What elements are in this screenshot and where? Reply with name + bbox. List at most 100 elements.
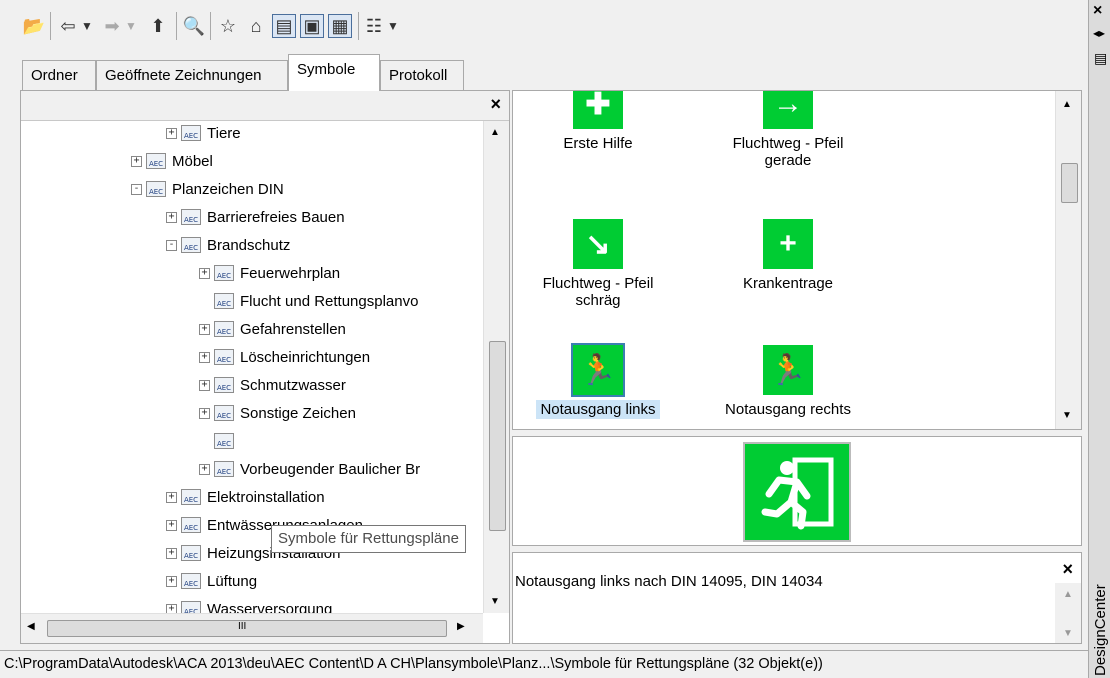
tree-item-label: Tiere: [207, 124, 241, 142]
views-icon[interactable]: ☷: [362, 14, 386, 38]
expand-icon[interactable]: +: [199, 323, 210, 335]
symbol-item-selected[interactable]: 🏃 Notausgang links: [513, 343, 683, 419]
symbol-gallery[interactable]: ✚ Erste Hilfe → Fluchtweg - Pfeil gerade…: [512, 90, 1082, 430]
expand-icon[interactable]: +: [166, 575, 177, 587]
expand-icon[interactable]: +: [199, 379, 210, 391]
collapse-icon[interactable]: -: [131, 183, 142, 195]
tree-item[interactable]: + AEC Sonstige Zeichen: [199, 401, 356, 425]
scroll-up-icon[interactable]: ▲: [1063, 589, 1073, 600]
exit-left-icon: 🏃: [571, 343, 625, 397]
stretcher-icon: +: [763, 219, 813, 269]
tab-symbole[interactable]: Symbole: [288, 54, 380, 91]
scroll-right-icon[interactable]: ▶: [457, 621, 465, 632]
toolbar-separator: [358, 12, 359, 40]
folder-aec-icon: AEC: [181, 573, 201, 589]
load-icon[interactable]: 📂: [22, 14, 46, 38]
up-icon[interactable]: ⬆: [146, 14, 170, 38]
scrollbar-thumb[interactable]: [1061, 163, 1078, 203]
tree-item[interactable]: + AEC Vorbeugender Baulicher Br: [199, 457, 420, 481]
expand-icon[interactable]: +: [166, 491, 177, 503]
folder-aec-icon: AEC: [181, 517, 201, 533]
tab-ordner[interactable]: Ordner: [22, 60, 96, 90]
properties-icon[interactable]: ▤: [1094, 50, 1107, 67]
preview-toggle-icon[interactable]: ▣: [300, 14, 324, 38]
search-icon[interactable]: 🔍: [182, 14, 206, 38]
tree-vertical-scrollbar[interactable]: ▲ ▼: [483, 121, 509, 613]
auto-hide-icon[interactable]: ◂▸: [1093, 26, 1105, 40]
folder-tree-panel: × + AEC Tiere + AEC Möbel - AEC Planzeichen DIN +…: [20, 90, 510, 644]
expand-icon[interactable]: +: [166, 547, 177, 559]
tree-item[interactable]: + AEC Lüftung: [166, 569, 257, 593]
tree-item[interactable]: + AEC Feuerwehrplan: [199, 261, 340, 285]
forward-icon[interactable]: ➡: [100, 14, 124, 38]
folder-aec-icon: AEC: [146, 181, 166, 197]
tab-geoeffnete-zeichnungen[interactable]: Geöffnete Zeichnungen: [96, 60, 288, 90]
tree-item-label: Planzeichen DIN: [172, 180, 284, 198]
symbol-item[interactable]: ↘ Fluchtweg - Pfeil schräg: [513, 219, 683, 309]
scroll-down-icon[interactable]: ▼: [1063, 628, 1073, 639]
tree-item-label: Flucht und Rettungsplanvo: [240, 292, 419, 310]
tree-item[interactable]: - AEC Brandschutz: [166, 233, 290, 257]
description-text: Notausgang links nach DIN 14095, DIN 140…: [515, 573, 823, 590]
expand-icon[interactable]: +: [166, 519, 177, 531]
close-icon[interactable]: ×: [490, 94, 501, 115]
collapse-icon[interactable]: -: [166, 239, 177, 251]
views-dropdown-icon[interactable]: ▼: [386, 14, 400, 38]
gallery-vertical-scrollbar[interactable]: ▲ ▼: [1055, 91, 1081, 429]
tree-item[interactable]: + AEC Wasserversorgung: [166, 597, 332, 613]
expand-icon[interactable]: +: [166, 127, 177, 139]
back-icon[interactable]: ⇦: [56, 14, 80, 38]
symbol-item[interactable]: 🏃 Notausgang rechts: [703, 345, 873, 418]
expand-icon[interactable]: +: [166, 603, 177, 613]
symbol-item[interactable]: → Fluchtweg - Pfeil gerade: [703, 91, 873, 169]
tree-horizontal-scrollbar[interactable]: ◀ III ▶: [21, 613, 483, 643]
toolbar-separator: [210, 12, 211, 40]
exit-right-icon: 🏃: [763, 345, 813, 395]
tree-item[interactable]: + AEC Löscheinrichtungen: [199, 345, 370, 369]
scrollbar-thumb[interactable]: III: [47, 620, 447, 637]
description-scrollbar[interactable]: ▲ ▼: [1055, 583, 1081, 643]
preview-pane: [512, 436, 1082, 546]
folder-aec-icon: AEC: [214, 405, 234, 421]
tree-toggle-icon[interactable]: ▤: [272, 14, 296, 38]
tree-item[interactable]: + AEC Schmutzwasser: [199, 373, 346, 397]
tree-item-label: Wasserversorgung: [207, 600, 333, 614]
status-path: C:\ProgramData\Autodesk\ACA 2013\deu\AEC…: [4, 656, 823, 672]
close-icon[interactable]: ×: [1062, 559, 1073, 580]
expand-icon[interactable]: +: [166, 211, 177, 223]
tree-item[interactable]: + AEC Barrierefreies Bauen: [166, 205, 345, 229]
tree-item[interactable]: + AEC Gefahrenstellen: [199, 317, 346, 341]
favorites-icon[interactable]: ☆: [216, 14, 240, 38]
forward-dropdown-icon[interactable]: ▼: [124, 14, 138, 38]
tab-protokoll[interactable]: Protokoll: [380, 60, 464, 90]
back-dropdown-icon[interactable]: ▼: [80, 14, 94, 38]
tree-item[interactable]: AEC: [199, 429, 240, 453]
tree-line-icon: [199, 296, 210, 307]
tree-item[interactable]: + AEC Elektroinstallation: [166, 485, 325, 509]
scroll-left-icon[interactable]: ◀: [27, 621, 35, 632]
scrollbar-thumb[interactable]: [489, 341, 506, 531]
tree-item[interactable]: - AEC Planzeichen DIN: [131, 177, 284, 201]
tree-item[interactable]: + AEC Tiere: [166, 121, 241, 145]
scroll-down-icon[interactable]: ▼: [490, 596, 500, 607]
expand-icon[interactable]: +: [199, 267, 210, 279]
tree-item-label: Möbel: [172, 152, 213, 170]
symbol-item[interactable]: + Krankentrage: [703, 219, 873, 292]
description-toggle-icon[interactable]: ▦: [328, 14, 352, 38]
folder-aec-icon: AEC: [146, 153, 166, 169]
expand-icon[interactable]: +: [199, 351, 210, 363]
tree-item[interactable]: + AEC Möbel: [131, 149, 213, 173]
close-icon[interactable]: ×: [1093, 2, 1102, 20]
tree-item-label: Löscheinrichtungen: [240, 348, 371, 366]
tree-item-label: Sonstige Zeichen: [240, 404, 356, 422]
scroll-up-icon[interactable]: ▲: [490, 127, 500, 138]
tree-item[interactable]: AEC Flucht und Rettungsplanvo: [199, 289, 418, 313]
expand-icon[interactable]: +: [131, 155, 142, 167]
symbol-item[interactable]: ✚ Erste Hilfe: [513, 91, 683, 152]
designcenter-title-bar[interactable]: × ◂▸ ▤ DesignCenter: [1088, 0, 1110, 678]
scroll-up-icon[interactable]: ▲: [1062, 99, 1072, 110]
expand-icon[interactable]: +: [199, 463, 210, 475]
home-icon[interactable]: ⌂: [244, 14, 268, 38]
expand-icon[interactable]: +: [199, 407, 210, 419]
scroll-down-icon[interactable]: ▼: [1062, 410, 1072, 421]
